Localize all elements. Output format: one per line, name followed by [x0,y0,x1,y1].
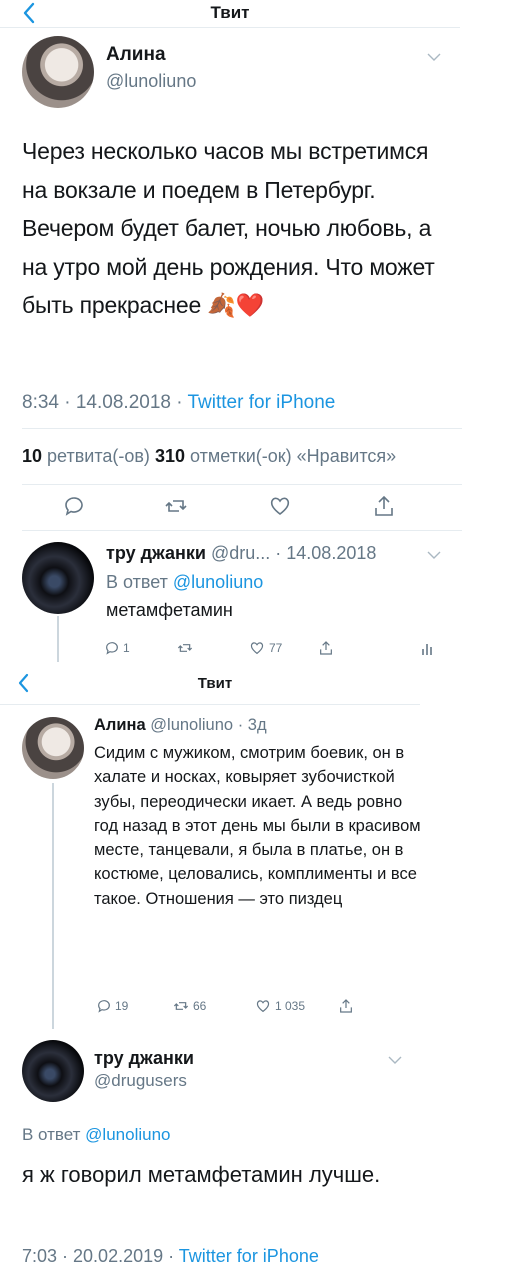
chevron-down-icon [427,551,441,559]
avatar[interactable] [22,36,94,108]
reply-text: метамфетамин [106,600,233,620]
reply-button[interactable]: 19 [96,998,128,1014]
retweet-icon [177,644,193,652]
like-button[interactable] [268,494,292,518]
tweet-text: Через несколько часов мы встретимся на в… [22,138,435,318]
avatar[interactable] [22,542,94,614]
in-reply-to: В ответ @lunoliuno [106,572,264,592]
author-handle[interactable]: @dru... [211,543,270,563]
share-button[interactable] [372,494,396,518]
tweet-meta: 7:03 · 20.02.2019 · Twitter for iPhone [22,1246,319,1266]
author-handle[interactable]: @lunoliuno [106,71,196,92]
reply-text: я ж говорил метамфетамин лучше. [22,1162,381,1187]
analytics-button[interactable] [420,640,434,656]
tweet-meta: 8:34 · 14.08.2018 · Twitter for iPhone [22,392,336,413]
page-title: Твит [210,3,250,22]
author-name[interactable]: Алина [94,716,146,734]
reply-author: тру джанки @dru... · 14.08.2018 [106,543,376,564]
share-icon [375,495,393,516]
back-button[interactable] [16,672,32,694]
emoji: 🍂❤️ [207,292,265,318]
heart-icon [270,497,290,516]
likes-count[interactable]: 310 [155,446,185,466]
divider [22,428,462,429]
page-title: Твит [197,675,233,692]
chevron-down-icon [388,1056,402,1064]
reply-count: 1 [123,641,130,655]
author-name[interactable]: тру джанки [94,1048,194,1069]
reply-icon [98,1000,110,1013]
tweet-author: Алина @lunoliuno · 3д [94,716,267,735]
source-link[interactable]: Twitter for iPhone [179,1246,319,1266]
author-handle[interactable]: @drugusers [94,1071,187,1091]
heart-icon [250,642,264,655]
author-name[interactable]: тру джанки [106,543,206,563]
tweet-text: Сидим с мужиком, смотрим боевик, он в ха… [94,744,421,908]
retweet-button[interactable]: 66 [172,998,206,1014]
like-count: 77 [269,641,283,655]
more-menu-button[interactable] [388,1055,402,1065]
like-count: 1 035 [275,999,306,1013]
thread-line [57,616,59,662]
retweet-icon [173,1002,189,1010]
share-icon [320,641,332,655]
heart-icon [256,1000,270,1013]
retweet-button[interactable] [164,494,188,518]
avatar[interactable] [22,717,84,779]
like-button[interactable]: 1 035 [254,998,305,1014]
more-menu-button[interactable] [427,550,441,560]
reply-handle-link[interactable]: @lunoliuno [173,572,263,592]
reply-date: · 14.08.2018 [275,543,377,563]
reply-icon [65,497,83,516]
more-menu-button[interactable] [427,52,441,62]
retweets-count[interactable]: 10 [22,446,42,466]
reply-button[interactable] [62,494,86,518]
divider [22,484,462,485]
retweet-count: 66 [193,999,207,1013]
chevron-left-icon [18,673,29,693]
back-button[interactable] [20,1,40,25]
reply-handle-link[interactable]: @lunoliuno [85,1125,170,1144]
divider [22,530,462,531]
author-handle[interactable]: @lunoliuno [150,716,233,734]
analytics-icon [422,644,432,655]
divider [0,704,420,705]
tweet-age: · 3д [237,716,267,734]
avatar[interactable] [22,1040,84,1102]
retweet-icon [165,500,187,512]
reply-button[interactable]: 1 [104,640,130,656]
source-link[interactable]: Twitter for iPhone [188,392,336,413]
chevron-left-icon [23,2,35,24]
share-icon [340,999,352,1013]
share-button[interactable] [318,640,334,656]
in-reply-to: В ответ @lunoliuno [22,1125,171,1144]
reply-count: 19 [115,999,129,1013]
author-name[interactable]: Алина [106,44,166,66]
tweet-stats: 10 ретвита(-ов) 310 отметки(-ок) «Нравит… [22,446,397,466]
like-button[interactable]: 77 [248,640,282,656]
retweet-button[interactable] [176,640,194,656]
share-button[interactable] [338,998,354,1014]
reply-icon [106,642,118,655]
thread-line [52,783,54,1029]
chevron-down-icon [427,53,441,61]
